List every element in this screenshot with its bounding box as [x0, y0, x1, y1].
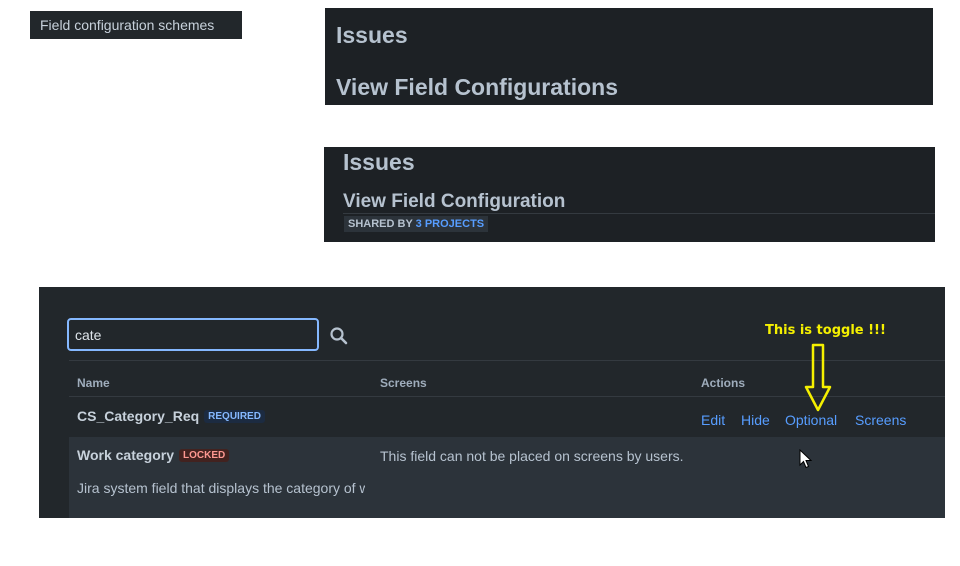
column-header-name: Name: [77, 376, 110, 390]
header-panel-field-configurations: Issues View Field Configurations: [325, 8, 933, 105]
column-header-screens: Screens: [380, 376, 427, 390]
edit-link[interactable]: Edit: [701, 412, 725, 428]
shared-by-lozenge: SHARED BY 3 PROJECTS: [344, 216, 489, 232]
search-input[interactable]: [67, 318, 319, 351]
divider: [343, 213, 935, 214]
screens-cell: This field can not be placed on screens …: [380, 448, 684, 464]
shared-projects-link[interactable]: 3 PROJECTS: [416, 218, 484, 230]
field-name-cell: Work category LOCKED: [77, 447, 230, 463]
sidebar-item-field-configuration-schemes[interactable]: Field configuration schemes: [30, 11, 242, 39]
mouse-cursor-icon: [799, 449, 813, 469]
optional-toggle-link[interactable]: Optional: [785, 412, 837, 428]
down-arrow-icon: [804, 343, 832, 412]
shared-by-label: SHARED BY: [348, 218, 413, 230]
breadcrumb-issues[interactable]: Issues: [343, 149, 415, 176]
screens-link[interactable]: Screens: [855, 412, 906, 428]
locked-lozenge: LOCKED: [179, 449, 230, 462]
field-name: Work category: [77, 447, 174, 463]
page-title: View Field Configurations: [336, 74, 618, 100]
column-header-actions: Actions: [701, 376, 746, 390]
field-description: Jira system field that displays the cate…: [77, 480, 365, 496]
page-title: View Field Configuration: [343, 191, 566, 212]
header-panel-field-configuration: Issues View Field Configuration SHARED B…: [324, 147, 935, 242]
search-icon[interactable]: [328, 325, 350, 347]
required-lozenge: REQUIRED: [204, 410, 265, 423]
hide-link[interactable]: Hide: [741, 412, 770, 428]
field-name: CS_Category_Req: [77, 408, 200, 424]
annotation-label: This is toggle !!!: [765, 323, 886, 338]
table-row-cs-category-req: CS_Category_Req REQUIRED: [77, 408, 265, 424]
breadcrumb-issues[interactable]: Issues: [336, 22, 408, 49]
